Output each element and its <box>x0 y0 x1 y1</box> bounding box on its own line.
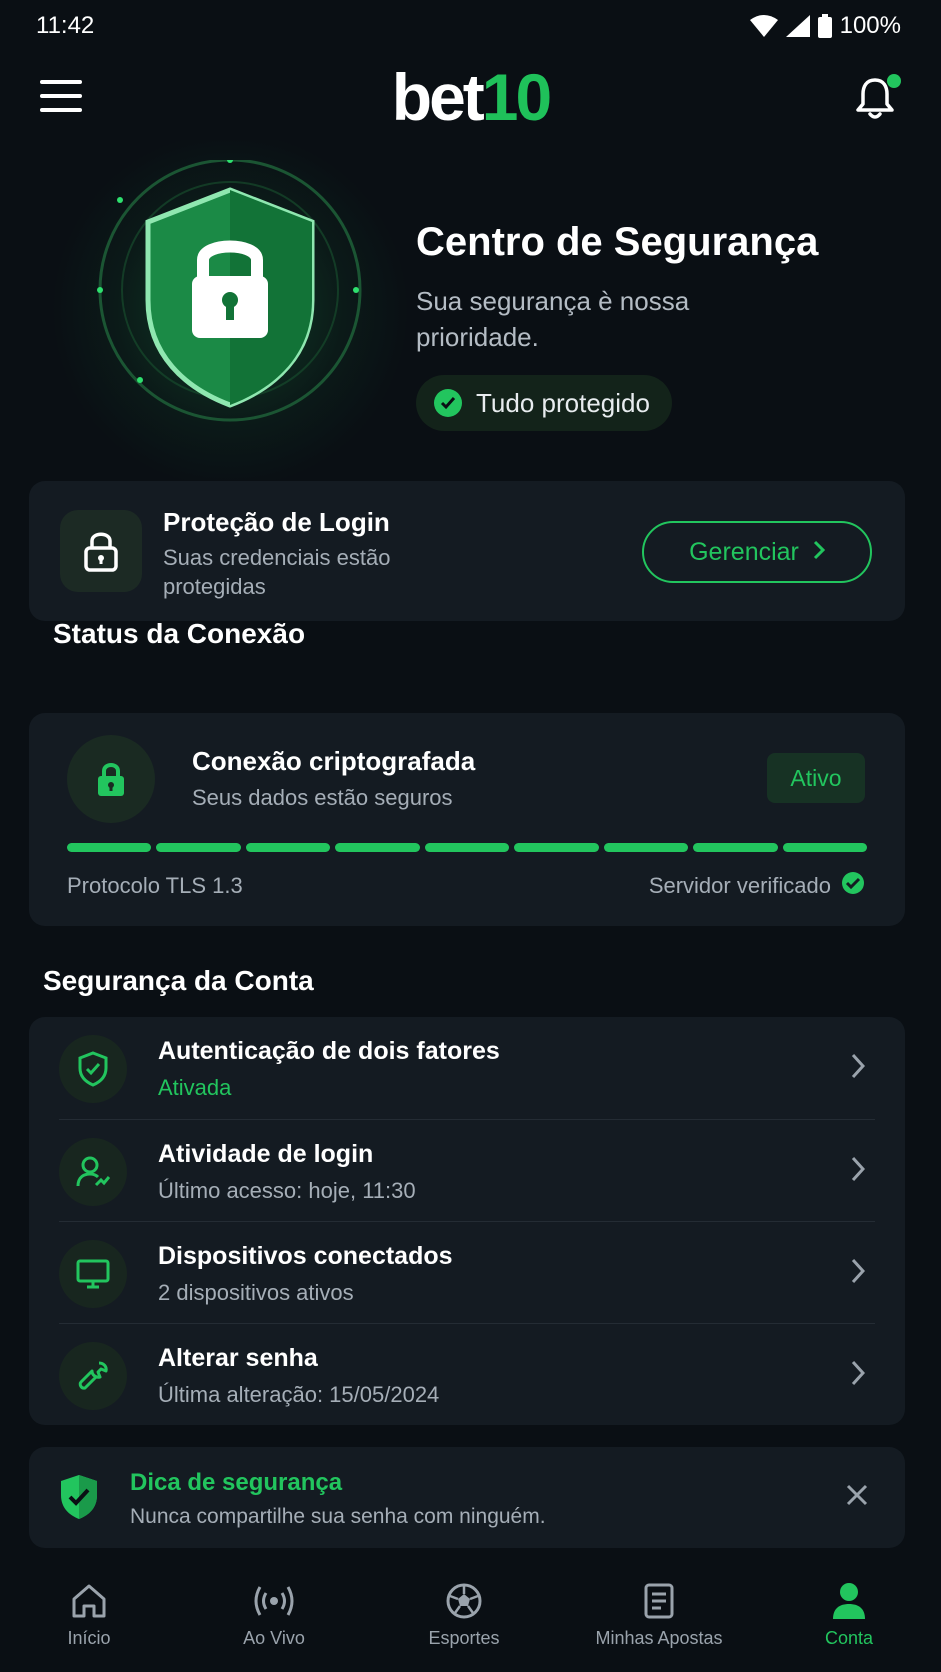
user-icon <box>769 1580 929 1622</box>
wifi-icon <box>749 15 778 37</box>
change-password-row[interactable]: Alterar senha Última alteração: 15/05/20… <box>29 1324 905 1425</box>
page-title: Centro de Segurança <box>416 220 819 264</box>
connection-section-title: Status da Conexão <box>53 618 306 649</box>
progress-segment <box>156 843 241 852</box>
nav-label: Início <box>67 1628 111 1648</box>
progress-segment <box>782 843 867 852</box>
close-icon[interactable] <box>845 1483 875 1513</box>
login-protection-card: Proteção de Login Suas credenciais estão… <box>29 481 905 621</box>
battery-icon <box>817 14 832 38</box>
two-factor-title: Autenticação de dois fatores <box>158 1037 500 1065</box>
server-verified-label: Servidor verificado <box>648 873 831 898</box>
bet-slip-icon <box>579 1580 739 1622</box>
login-activity-subtitle: Último acesso: hoje, 11:30 <box>158 1178 416 1203</box>
nav-item-inicio[interactable]: Início <box>9 1580 169 1649</box>
chevron-right-icon <box>851 1053 866 1084</box>
bottom-navigation: Início Ao Vivo Esportes Minhas Apostas C… <box>0 1560 941 1672</box>
nav-label: Minhas Apostas <box>595 1628 723 1648</box>
chevron-right-icon <box>851 1258 866 1289</box>
chevron-right-icon <box>851 1360 866 1391</box>
progress-segment <box>693 843 778 852</box>
home-icon <box>9 1580 169 1622</box>
app-bar: bet10 <box>0 60 941 142</box>
shield-check-icon <box>58 1473 100 1526</box>
nav-item-ao-vivo[interactable]: Ao Vivo <box>194 1580 354 1649</box>
logo-text-bet: bet <box>391 60 485 134</box>
notification-bell-icon[interactable] <box>855 74 901 124</box>
hero-subtitle: Sua segurança è nossa prioridade. <box>416 286 690 352</box>
progress-segment <box>424 843 510 852</box>
connected-devices-row[interactable]: Dispositivos conectados 2 dispositivos a… <box>29 1222 905 1323</box>
connection-subtitle: Seus dados estão seguros <box>192 785 453 810</box>
status-time: 11:42 <box>36 12 95 39</box>
login-protection-subtitle: Suas credenciais estão protegidas <box>163 545 391 599</box>
nav-item-esportes[interactable]: Esportes <box>384 1580 544 1649</box>
user-activity-icon <box>59 1138 127 1206</box>
signal-icon <box>785 15 810 37</box>
verified-check-icon <box>841 871 865 901</box>
bet10-logo: bet10 <box>0 64 941 130</box>
active-badge: Ativo <box>767 753 865 803</box>
account-security-card: Autenticação de dois fatores Ativada Ati… <box>29 1017 905 1425</box>
status-indicators: 100% <box>749 12 901 40</box>
protection-status-text: Tudo protegido <box>476 387 650 418</box>
nav-label: Esportes <box>428 1628 500 1648</box>
nav-label: Conta <box>824 1628 874 1648</box>
nav-label: Ao Vivo <box>243 1628 305 1648</box>
hero-text: Centro de Segurança Sua segurança è noss… <box>416 220 916 431</box>
change-password-subtitle: Última alteração: 15/05/2024 <box>158 1382 440 1407</box>
padlock-icon <box>60 510 142 592</box>
two-factor-auth-row[interactable]: Autenticação de dois fatores Ativada <box>29 1017 905 1118</box>
connection-card: Conexão criptografada Seus dados estão s… <box>29 713 905 926</box>
login-activity-title: Atividade de login <box>158 1140 374 1168</box>
security-center-screen: 11:42 100% bet10 Centro de Segurança Sua… <box>0 0 941 1672</box>
connected-devices-subtitle: 2 dispositivos ativos <box>158 1280 354 1305</box>
server-verified: Servidor verificado <box>649 871 865 901</box>
monitor-icon <box>59 1240 127 1308</box>
logo-text-10: 10 <box>481 60 552 134</box>
security-shield-lock-icon <box>80 157 380 460</box>
progress-segment <box>335 843 420 852</box>
battery-level: 100% <box>839 12 901 39</box>
tip-text: Nunca compartilhe sua senha com ninguém. <box>130 1505 546 1528</box>
security-tip-card: Dica de segurança Nunca compartilhe sua … <box>29 1447 905 1548</box>
protection-status-badge: Tudo protegido <box>416 375 672 431</box>
login-activity-row[interactable]: Atividade de login Último acesso: hoje, … <box>29 1120 905 1221</box>
protocol-label: Protocolo TLS 1.3 <box>67 873 243 898</box>
two-factor-status: Ativada <box>158 1075 232 1100</box>
check-icon <box>434 389 462 417</box>
status-bar: 11:42 100% <box>0 0 941 52</box>
live-icon <box>194 1580 354 1622</box>
chevron-right-icon <box>813 538 825 567</box>
progress-segment <box>603 843 689 852</box>
connection-strength-bar <box>67 843 867 852</box>
manage-button-label: Gerenciar <box>689 537 799 566</box>
tip-title: Dica de segurança <box>130 1469 343 1496</box>
progress-segment <box>514 843 599 852</box>
progress-segment <box>67 843 152 852</box>
connection-title: Conexão criptografada <box>192 746 476 776</box>
account-section-title: Segurança da Conta <box>43 965 314 996</box>
lock-icon <box>67 735 155 823</box>
nav-item-conta[interactable]: Conta <box>769 1580 929 1649</box>
wrench-icon <box>59 1342 127 1410</box>
progress-segment <box>245 843 331 852</box>
nav-item-minhas-apostas[interactable]: Minhas Apostas <box>579 1580 739 1649</box>
change-password-title: Alterar senha <box>158 1344 318 1372</box>
login-protection-title: Proteção de Login <box>163 507 390 537</box>
chevron-right-icon <box>851 1156 866 1187</box>
connected-devices-title: Dispositivos conectados <box>158 1242 453 1270</box>
soccer-ball-icon <box>384 1580 544 1622</box>
shield-check-icon <box>59 1035 127 1103</box>
notification-dot <box>887 74 901 88</box>
manage-button[interactable]: Gerenciar <box>642 521 872 583</box>
